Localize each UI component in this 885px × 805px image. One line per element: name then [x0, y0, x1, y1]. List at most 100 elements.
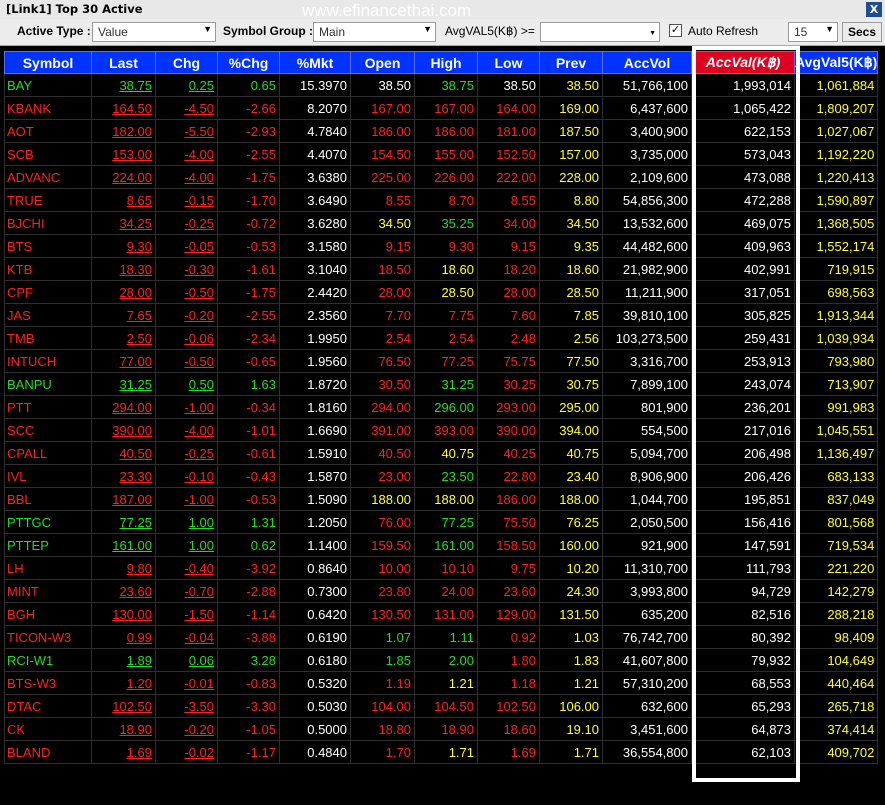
symbol-cell[interactable]: BTS-W3	[4, 671, 92, 695]
chg-cell[interactable]: -4.00	[155, 418, 218, 442]
column-header[interactable]: Prev	[539, 51, 603, 74]
column-header[interactable]: AccVal(K฿)	[691, 51, 795, 74]
chg-cell[interactable]: -0.06	[155, 326, 218, 350]
table-row[interactable]: KTB 18.30 -0.30 -1.61 3.1040 18.50 18.60 18.20 1…	[4, 257, 879, 281]
symbol-cell[interactable]: KBANK	[4, 96, 92, 120]
symbol-cell[interactable]: LH	[4, 556, 92, 580]
chg-cell[interactable]: -0.15	[155, 188, 218, 212]
column-header[interactable]: Chg	[155, 51, 218, 74]
last-cell[interactable]: 1.89	[91, 648, 156, 672]
last-cell[interactable]: 1.69	[91, 740, 156, 764]
table-row[interactable]: CK 18.90 -0.20 -1.05 0.5000 18.80 18.90 18.60 19…	[4, 717, 879, 741]
last-cell[interactable]: 23.60	[91, 579, 156, 603]
column-header[interactable]: Symbol	[4, 51, 92, 74]
symbol-cell[interactable]: RCI-W1	[4, 648, 92, 672]
symbol-group-select[interactable]: Main ▼	[313, 22, 436, 42]
symbol-cell[interactable]: SCC	[4, 418, 92, 442]
last-cell[interactable]: 38.75	[91, 73, 156, 97]
table-row[interactable]: CPALL 40.50 -0.25 -0.61 1.5910 40.50 40.75 40.2…	[4, 441, 879, 465]
table-row[interactable]: TRUE 8.65 -0.15 -1.70 3.6490 8.55 8.70 8.55 8.80…	[4, 188, 879, 212]
table-row[interactable]: RCI-W1 1.89 0.06 3.28 0.6180 1.85 2.00 1.80 1.83…	[4, 648, 879, 672]
last-cell[interactable]: 8.65	[91, 188, 156, 212]
chg-cell[interactable]: -0.02	[155, 740, 218, 764]
last-cell[interactable]: 0.99	[91, 625, 156, 649]
symbol-cell[interactable]: INTUCH	[4, 349, 92, 373]
symbol-cell[interactable]: BAY	[4, 73, 92, 97]
table-row[interactable]: JAS 7.65 -0.20 -2.55 2.3560 7.70 7.75 7.60 7.85 3…	[4, 303, 879, 327]
column-header[interactable]: Low	[477, 51, 540, 74]
chg-cell[interactable]: 0.50	[155, 372, 218, 396]
symbol-cell[interactable]: JAS	[4, 303, 92, 327]
table-row[interactable]: TICON-W3 0.99 -0.04 -3.88 0.6190 1.07 1.11 0.92…	[4, 625, 879, 649]
chg-cell[interactable]: 1.00	[155, 533, 218, 557]
table-row[interactable]: TMB 2.50 -0.06 -2.34 1.9950 2.54 2.54 2.48 2.56 1…	[4, 326, 879, 350]
table-row[interactable]: PTTGC 77.25 1.00 1.31 1.2050 76.00 77.25 75.50 7…	[4, 510, 879, 534]
table-row[interactable]: BJCHI 34.25 -0.25 -0.72 3.6280 34.50 35.25 34.0…	[4, 211, 879, 235]
table-row[interactable]: BTS 9.30 -0.05 -0.53 3.1580 9.15 9.30 9.15 9.35 4…	[4, 234, 879, 258]
column-header[interactable]: %Chg	[217, 51, 280, 74]
close-button[interactable]: X	[866, 2, 882, 17]
last-cell[interactable]: 153.00	[91, 142, 156, 166]
table-row[interactable]: BGH 130.00 -1.50 -1.14 0.6420 130.50 131.00 129…	[4, 602, 879, 626]
last-cell[interactable]: 28.00	[91, 280, 156, 304]
table-row[interactable]: BLAND 1.69 -0.02 -1.17 0.4840 1.70 1.71 1.69 1.7…	[4, 740, 879, 764]
chg-cell[interactable]: -3.50	[155, 694, 218, 718]
chg-cell[interactable]: -0.20	[155, 303, 218, 327]
symbol-cell[interactable]: CK	[4, 717, 92, 741]
symbol-cell[interactable]: PTT	[4, 395, 92, 419]
table-row[interactable]: IVL 23.30 -0.10 -0.43 1.5870 23.00 23.50 22.80 2…	[4, 464, 879, 488]
last-cell[interactable]: 18.30	[91, 257, 156, 281]
chg-cell[interactable]: -0.04	[155, 625, 218, 649]
column-header[interactable]: Last	[91, 51, 156, 74]
table-row[interactable]: LH 9.80 -0.40 -3.92 0.8640 10.00 10.10 9.75 10.2…	[4, 556, 879, 580]
column-header[interactable]: AccVol	[602, 51, 692, 74]
table-row[interactable]: PTT 294.00 -1.00 -0.34 1.8160 294.00 296.00 293…	[4, 395, 879, 419]
filter-input[interactable]: ▼	[540, 22, 660, 42]
symbol-cell[interactable]: KTB	[4, 257, 92, 281]
chg-cell[interactable]: -0.01	[155, 671, 218, 695]
table-row[interactable]: PTTEP 161.00 1.00 0.62 1.1400 159.50 161.00 158…	[4, 533, 879, 557]
chg-cell[interactable]: -0.25	[155, 211, 218, 235]
chg-cell[interactable]: -0.25	[155, 441, 218, 465]
last-cell[interactable]: 77.00	[91, 349, 156, 373]
symbol-cell[interactable]: ADVANC	[4, 165, 92, 189]
table-row[interactable]: BTS-W3 1.20 -0.01 -0.83 0.5320 1.19 1.21 1.18 1.…	[4, 671, 879, 695]
chg-cell[interactable]: -0.20	[155, 717, 218, 741]
chg-cell[interactable]: -0.40	[155, 556, 218, 580]
symbol-cell[interactable]: BGH	[4, 602, 92, 626]
table-row[interactable]: MINT 23.60 -0.70 -2.88 0.7300 23.80 24.00 23.60…	[4, 579, 879, 603]
column-header[interactable]: %Mkt	[279, 51, 351, 74]
chg-cell[interactable]: -5.50	[155, 119, 218, 143]
table-row[interactable]: CPF 28.00 -0.50 -1.75 2.4420 28.00 28.50 28.00 2…	[4, 280, 879, 304]
chg-cell[interactable]: -0.50	[155, 280, 218, 304]
chg-cell[interactable]: -1.00	[155, 395, 218, 419]
last-cell[interactable]: 390.00	[91, 418, 156, 442]
symbol-cell[interactable]: BTS	[4, 234, 92, 258]
chg-cell[interactable]: -4.00	[155, 165, 218, 189]
chg-cell[interactable]: -0.30	[155, 257, 218, 281]
last-cell[interactable]: 34.25	[91, 211, 156, 235]
column-header[interactable]: High	[414, 51, 478, 74]
chg-cell[interactable]: -0.05	[155, 234, 218, 258]
symbol-cell[interactable]: CPALL	[4, 441, 92, 465]
chg-cell[interactable]: -0.50	[155, 349, 218, 373]
symbol-cell[interactable]: CPF	[4, 280, 92, 304]
symbol-cell[interactable]: MINT	[4, 579, 92, 603]
last-cell[interactable]: 164.50	[91, 96, 156, 120]
last-cell[interactable]: 7.65	[91, 303, 156, 327]
symbol-cell[interactable]: PTTEP	[4, 533, 92, 557]
interval-select[interactable]: 15 ▼	[788, 22, 838, 42]
last-cell[interactable]: 9.80	[91, 556, 156, 580]
table-row[interactable]: INTUCH 77.00 -0.50 -0.65 1.9560 76.50 77.25 75.…	[4, 349, 879, 373]
active-type-select[interactable]: Value ▼	[92, 22, 216, 42]
table-row[interactable]: ADVANC 224.00 -4.00 -1.75 3.6380 225.00 226.00…	[4, 165, 879, 189]
symbol-cell[interactable]: AOT	[4, 119, 92, 143]
symbol-cell[interactable]: BLAND	[4, 740, 92, 764]
chg-cell[interactable]: 0.06	[155, 648, 218, 672]
symbol-cell[interactable]: PTTGC	[4, 510, 92, 534]
last-cell[interactable]: 182.00	[91, 119, 156, 143]
table-row[interactable]: SCB 153.00 -4.00 -2.55 4.4070 154.50 155.00 152…	[4, 142, 879, 166]
symbol-cell[interactable]: BANPU	[4, 372, 92, 396]
last-cell[interactable]: 23.30	[91, 464, 156, 488]
symbol-cell[interactable]: TRUE	[4, 188, 92, 212]
